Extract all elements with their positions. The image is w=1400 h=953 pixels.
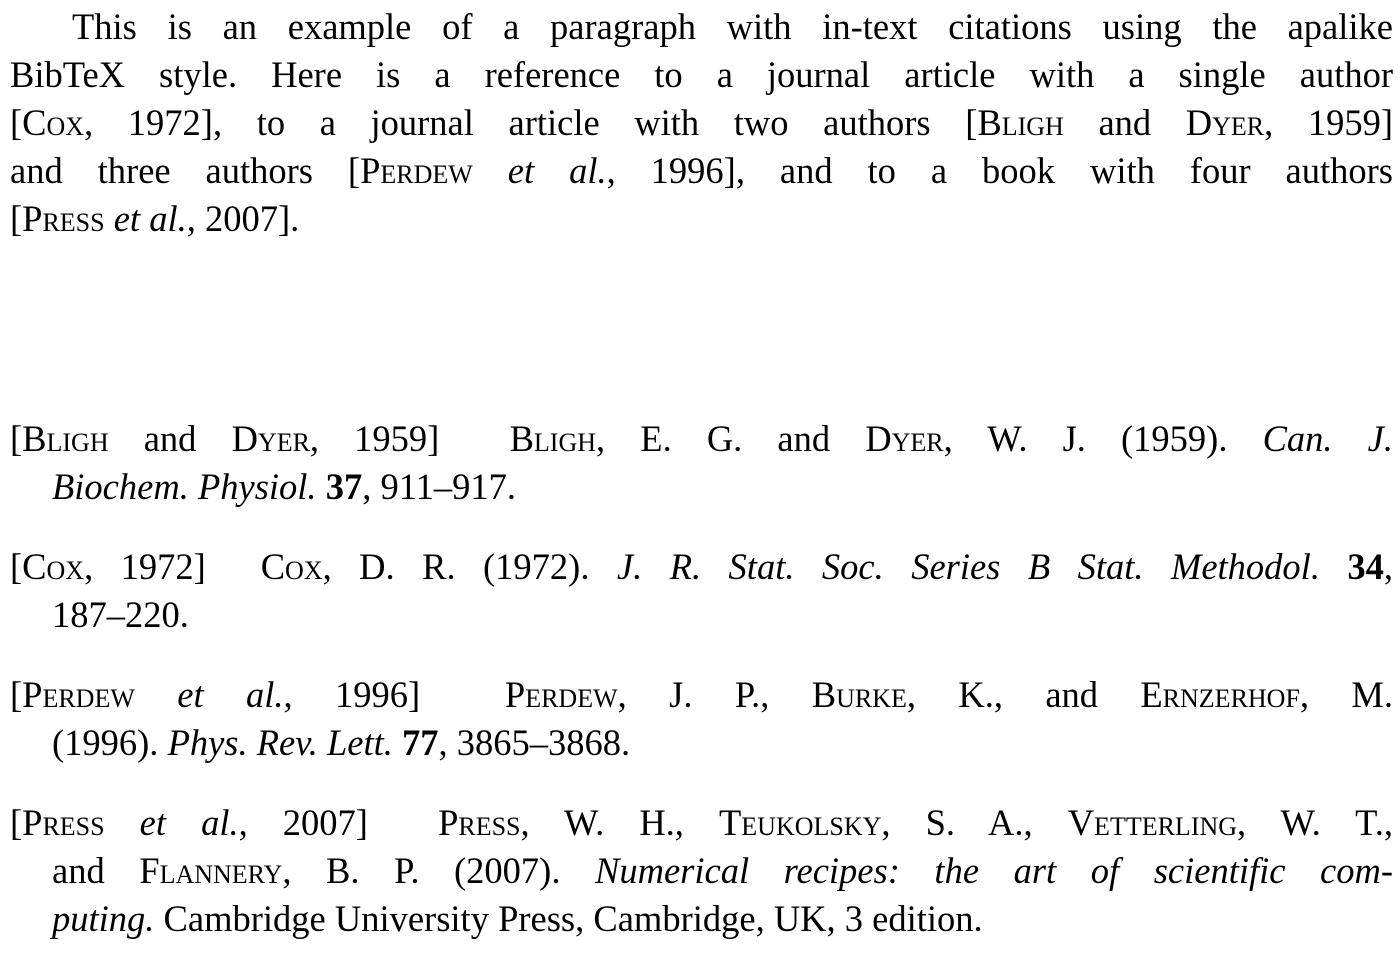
text-run: , J. P.,: [617, 674, 812, 715]
book-title: Numerical recipes: the art of scientific…: [595, 850, 1393, 891]
publisher-info: Cambridge University Press, Cambridge, U…: [154, 898, 983, 939]
citation-author: Press: [22, 198, 105, 239]
text-run: , W. H.,: [520, 802, 719, 843]
text-run: , D. R. (1972).: [322, 546, 617, 587]
author-name: Cox: [260, 546, 323, 587]
text-run: , B. P. (2007).: [282, 850, 596, 891]
et-al: et al.: [507, 150, 607, 191]
text-run: and: [1063, 102, 1186, 143]
year: (1996).: [52, 722, 168, 763]
paragraph-line: This is an example of a paragraph with i…: [72, 3, 1393, 51]
bib-entry-line: and Flannery, B. P. (2007). Numerical re…: [52, 847, 1393, 895]
journal-title: Phys. Rev. Lett.: [167, 722, 393, 763]
author-name: Burke: [811, 674, 907, 715]
book-title: puting.: [52, 898, 155, 939]
citation-author: Cox: [22, 102, 85, 143]
text-run: , K., and: [906, 674, 1141, 715]
author-name: Vetterling: [1067, 802, 1238, 843]
author-name: Bligh: [509, 418, 597, 459]
author-name: Dyer: [865, 418, 944, 459]
paragraph-line: BibTeX style. Here is a reference to a j…: [10, 51, 1393, 99]
text-run: , 1972], to a journal article with two a…: [84, 102, 978, 143]
text-run: , S. A.,: [881, 802, 1068, 843]
paragraph-line: [Cox, 1972], to a journal article with t…: [10, 99, 1393, 147]
text-run: This is an example of a paragraph with i…: [72, 6, 1393, 47]
author-name: Press: [438, 802, 521, 843]
bib-entry-line: (1996). Phys. Rev. Lett. 77, 3865–3868.: [52, 719, 1393, 767]
journal-title: Can. J.: [1262, 418, 1393, 459]
paragraph-line: and three authors [Perdew et al., 1996],…: [10, 147, 1393, 195]
journal-title: J. R. Stat. Soc. Series B Stat. Methodol…: [616, 546, 1320, 587]
journal-title: Biochem. Physiol.: [52, 466, 317, 507]
pages: , 3865–3868.: [438, 722, 631, 763]
pages: , 911–917.: [362, 466, 516, 507]
bib-key: [Cox, 1972]: [10, 546, 206, 587]
et-al: et al.: [113, 198, 187, 239]
text-run: , 1959]: [1264, 102, 1393, 143]
author-name: Ernzerhof: [1140, 674, 1300, 715]
bib-entry-line: [Cox, 1972] Cox, D. R. (1972). J. R. Sta…: [10, 546, 1394, 587]
pages: 187–220.: [52, 594, 189, 635]
text-run: , W. J. (1959).: [943, 418, 1263, 459]
bib-entry-line: puting. Cambridge University Press, Camb…: [52, 895, 1393, 943]
citation-author: Perdew: [360, 150, 473, 191]
bib-key: [Perdew et al., 1996]: [10, 674, 421, 715]
text-run: , W. T.,: [1237, 802, 1394, 843]
text-run: [473, 150, 508, 191]
bib-entry-line: [Bligh and Dyer, 1959] Bligh, E. G. and …: [10, 415, 1393, 463]
bib-entry-line: [Press et al., 2007] Press, W. H., Teuko…: [10, 799, 1393, 847]
text-run: [: [10, 198, 23, 239]
text-run: and three authors [: [10, 150, 361, 191]
volume: 34: [1347, 546, 1384, 587]
bib-entry-line: [Perdew et al., 1996] Perdew, J. P., Bur…: [10, 671, 1393, 719]
bib-key: [Bligh and Dyer, 1959]: [10, 418, 440, 459]
bib-key: [Press et al., 2007]: [10, 802, 368, 843]
citation-author: Bligh: [977, 102, 1064, 143]
bib-entry-line: Biochem. Physiol. 37, 911–917.: [52, 463, 1393, 511]
text-run: , M.: [1299, 674, 1394, 715]
author-name: Perdew: [504, 674, 618, 715]
text-run: [105, 198, 114, 239]
bib-entry-line: 187–220.: [52, 591, 1393, 639]
paragraph-line: [Press et al., 2007].: [10, 195, 1393, 243]
text-run: [: [10, 102, 23, 143]
text-run: , 1996], and to a book with four authors: [606, 150, 1393, 191]
text-run: , 2007].: [186, 198, 300, 239]
text-run: BibTeX style. Here is a reference to a j…: [10, 54, 1393, 95]
citation-author: Dyer: [1185, 102, 1265, 143]
volume: 37: [325, 466, 363, 507]
volume: 77: [402, 722, 439, 763]
author-name: Teukolsky: [718, 802, 882, 843]
text-run: and: [52, 850, 140, 891]
author-name: Flannery: [139, 850, 283, 891]
text-run: , E. G. and: [596, 418, 866, 459]
